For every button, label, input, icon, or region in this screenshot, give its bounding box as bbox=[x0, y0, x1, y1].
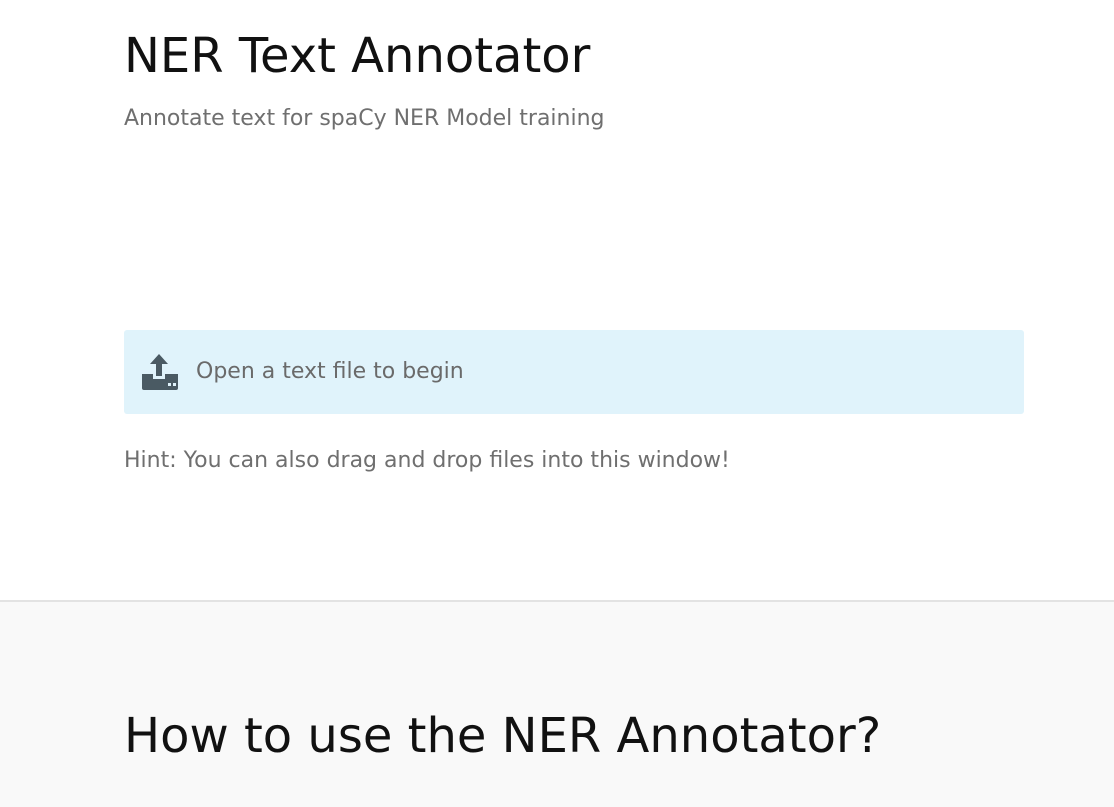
open-file-label: Open a text file to begin bbox=[196, 359, 464, 384]
page-title: NER Text Annotator bbox=[124, 28, 591, 84]
drag-drop-hint: Hint: You can also drag and drop files i… bbox=[124, 448, 730, 473]
howto-title: How to use the NER Annotator? bbox=[124, 708, 882, 764]
page: NER Text Annotator Annotate text for spa… bbox=[0, 0, 1114, 807]
howto-section: How to use the NER Annotator? bbox=[0, 602, 1114, 807]
upload-icon bbox=[140, 352, 180, 392]
page-subtitle: Annotate text for spaCy NER Model traini… bbox=[124, 106, 605, 131]
hero-section: NER Text Annotator Annotate text for spa… bbox=[0, 0, 1114, 601]
open-file-button[interactable]: Open a text file to begin bbox=[124, 330, 1024, 414]
